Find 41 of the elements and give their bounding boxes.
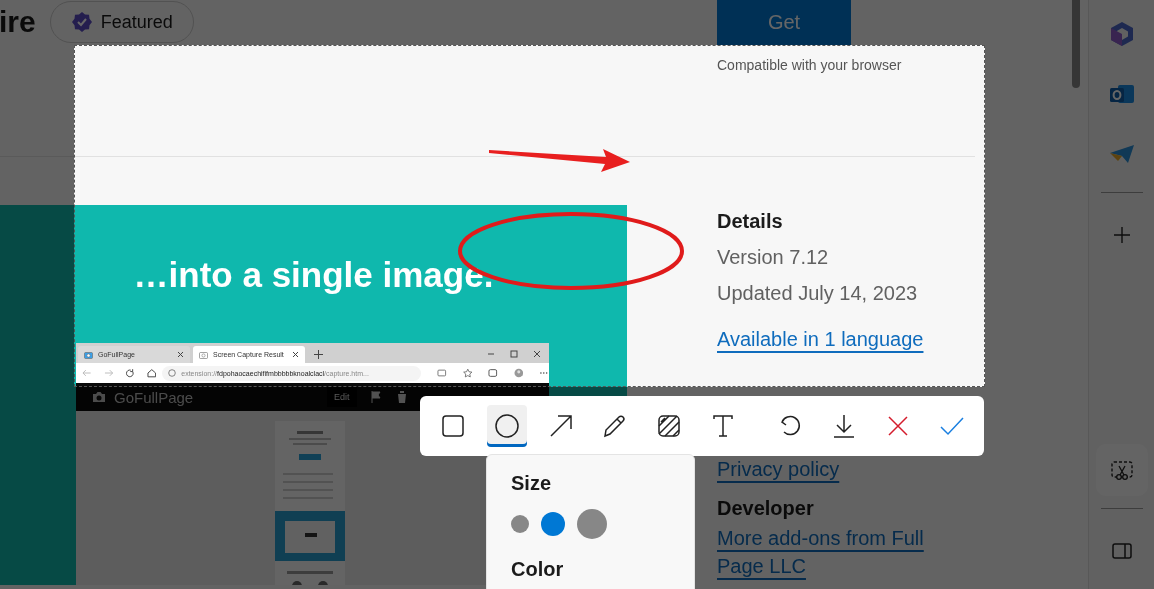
developer-link[interactable]: More add-ons from Full Page LLC <box>717 524 942 580</box>
size-option[interactable] <box>577 509 607 539</box>
favorites-icon <box>462 368 473 378</box>
trash-icon <box>396 391 407 403</box>
more-icon <box>539 371 549 375</box>
camera-icon <box>92 391 106 403</box>
collections-icon <box>488 368 498 378</box>
version-text: Version 7.12 <box>717 245 829 270</box>
promo-headline: …into a single image. <box>132 255 495 295</box>
verified-icon <box>70 11 93 33</box>
camera-icon <box>437 368 447 378</box>
developer-heading: Developer <box>717 496 814 521</box>
close-icon <box>533 350 541 358</box>
minimize-icon <box>487 350 495 358</box>
get-button[interactable]: Get <box>717 0 851 45</box>
hexagon-logo-icon[interactable] <box>1108 21 1135 47</box>
page-title: ire <box>0 5 36 39</box>
back-icon <box>82 368 92 378</box>
reload-icon <box>125 368 135 378</box>
flag-icon <box>370 391 381 403</box>
camera-icon <box>84 350 93 359</box>
updated-date: Updated July 14, 2023 <box>717 281 918 306</box>
ellipse-tool-icon[interactable] <box>487 405 527 447</box>
home-icon <box>146 368 157 378</box>
close-icon <box>177 351 184 358</box>
privacy-link[interactable]: Privacy policy <box>717 457 840 482</box>
app-name: GoFullPage <box>114 388 195 406</box>
size-option[interactable] <box>511 515 529 533</box>
camera-icon <box>199 350 208 359</box>
forward-icon <box>103 368 114 378</box>
scrollbar-thumb[interactable] <box>1072 0 1080 88</box>
compatibility-text: Compatible with your browser <box>717 57 903 74</box>
maximize-icon <box>510 350 518 358</box>
avatar-icon <box>513 368 524 378</box>
close-icon <box>292 351 299 358</box>
size-option[interactable] <box>541 512 565 536</box>
size-label: Size <box>511 471 552 496</box>
details-heading: Details <box>717 209 783 234</box>
languages-link[interactable]: Available in 1 language <box>717 327 924 352</box>
color-label: Color <box>511 557 564 582</box>
new-tab-icon <box>314 350 323 359</box>
